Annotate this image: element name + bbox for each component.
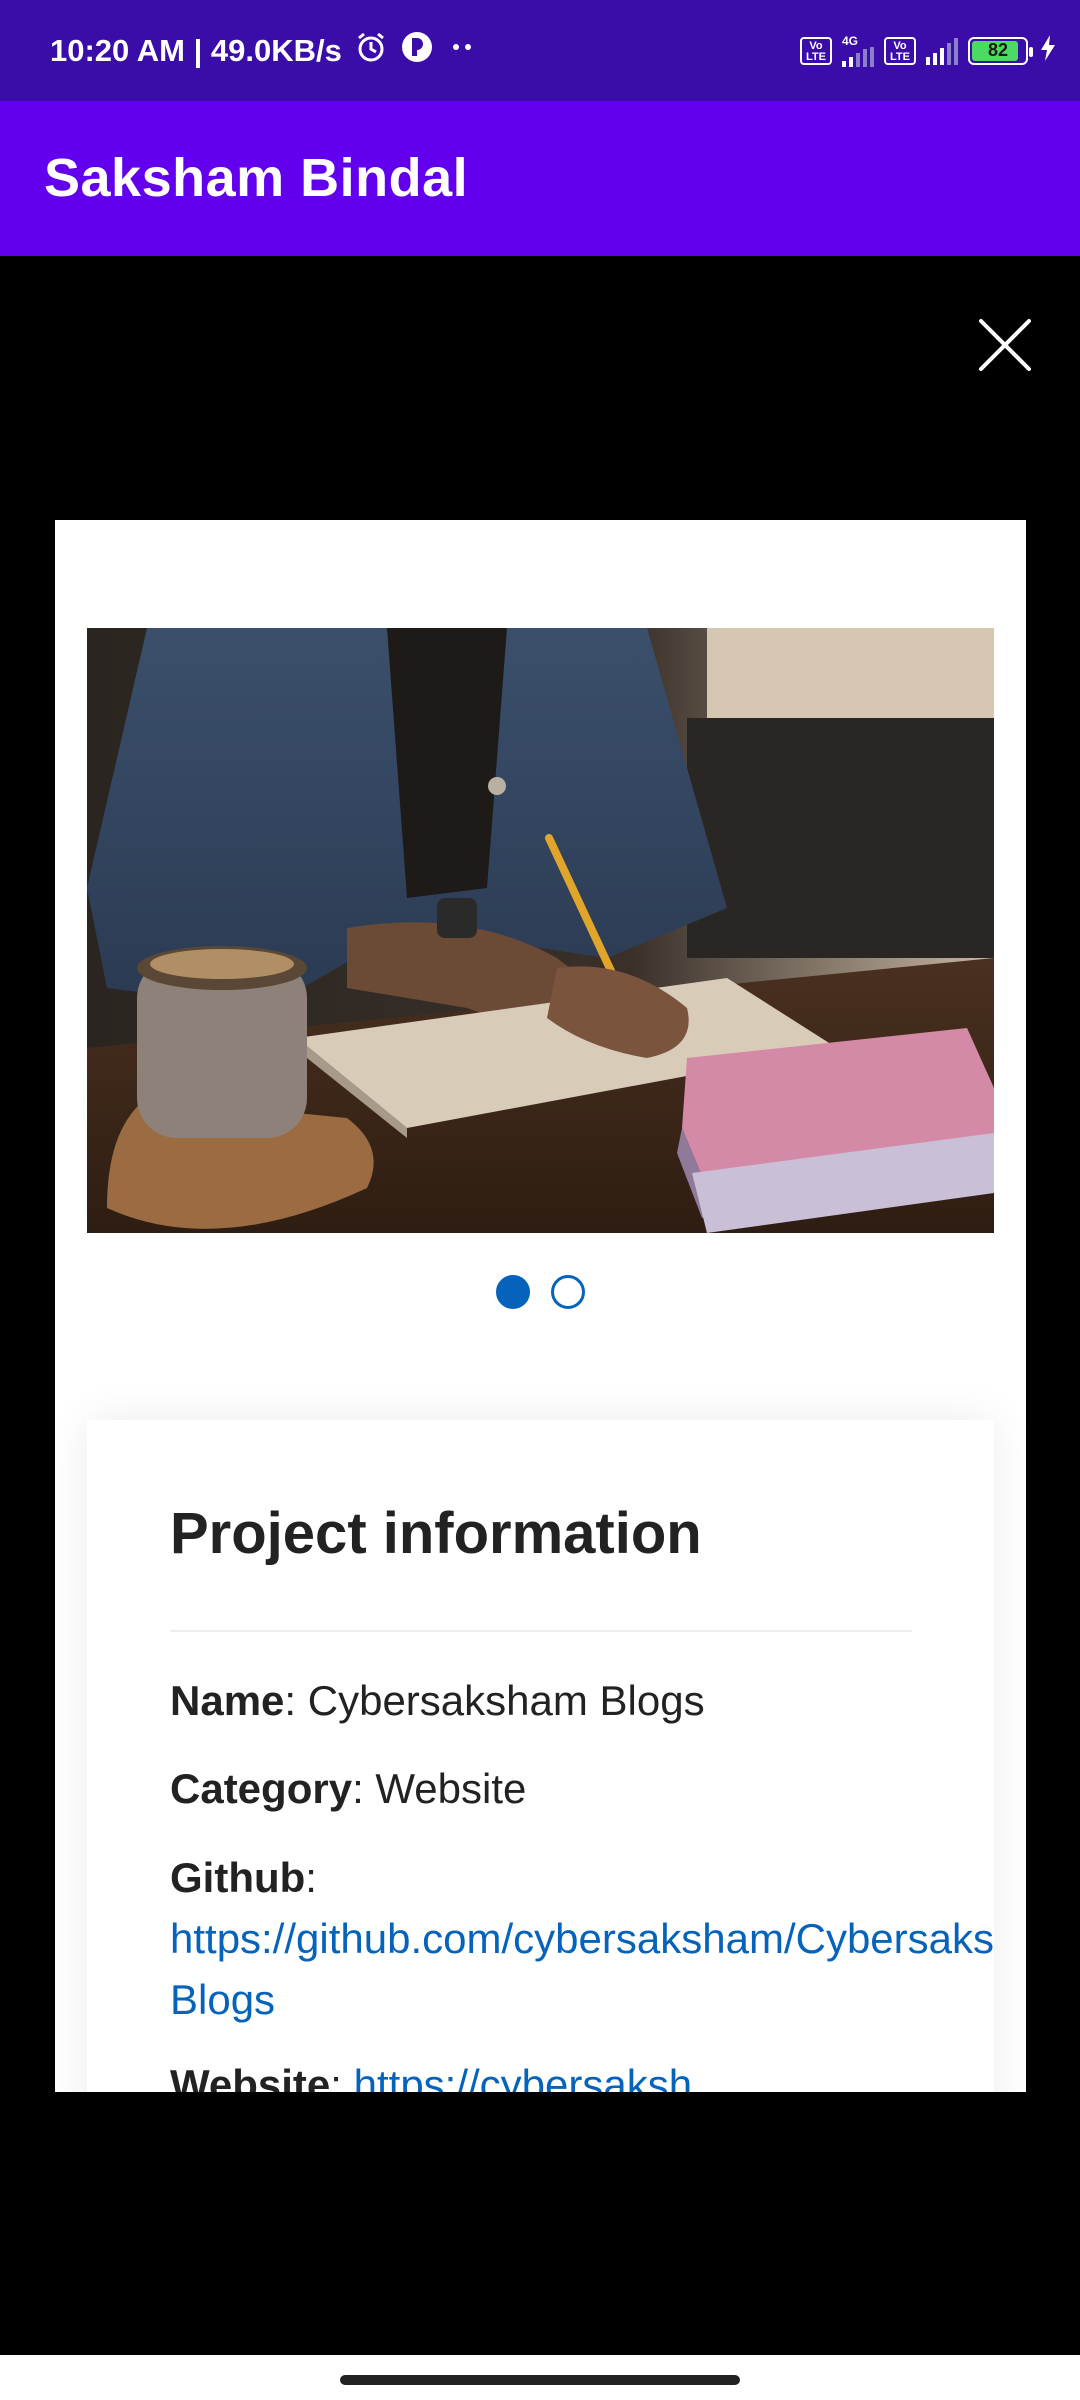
battery-level: 82 (987, 40, 1009, 60)
signal-4g-icon: 4G (842, 35, 874, 67)
app-title: Saksham Bindal (44, 148, 469, 208)
status-right: Vo LTE 4G Vo LTE 82 (800, 0, 1058, 101)
info-row-name: Name: Cybersaksham Blogs (170, 1670, 705, 1732)
github-link-line1[interactable]: https://github.com/cybersaksham/Cybersak… (170, 1908, 994, 1970)
info-row-category: Category: Website (170, 1758, 526, 1820)
status-bar: 10:20 AM | 49.0KB/s Vo LTE 4G Vo LTE 82 (0, 0, 1080, 101)
name-label: Name (170, 1677, 285, 1724)
close-icon (979, 319, 1031, 371)
info-row-github: Github: (170, 1847, 317, 1909)
category-value: Website (375, 1765, 527, 1812)
more-notifications-icon (446, 30, 480, 72)
github-label: Github (170, 1854, 306, 1901)
charging-icon (1038, 33, 1058, 68)
name-value: Cybersaksham Blogs (307, 1677, 705, 1724)
project-info-card: Project information Name: Cybersaksham B… (87, 1420, 994, 2092)
status-left: 10:20 AM | 49.0KB/s (50, 0, 480, 101)
network-type-label: 4G (842, 33, 859, 48)
info-row-website: Website: https://cybersaksh (170, 2054, 692, 2092)
alarm-icon (354, 30, 388, 72)
divider (170, 1630, 912, 1632)
category-label: Category (170, 1765, 353, 1812)
signal-bars-1 (842, 46, 874, 67)
volte-icon: Vo LTE (800, 36, 832, 65)
project-lightbox[interactable]: Project information Name: Cybersaksham B… (55, 520, 1026, 2092)
home-indicator[interactable] (340, 2375, 740, 2385)
website-link[interactable]: https://cybersaksh (354, 2061, 692, 2092)
project-image[interactable] (87, 628, 994, 1233)
website-colon: : (330, 2061, 354, 2092)
system-nav-bar (0, 2355, 1080, 2400)
github-colon: : (305, 1854, 317, 1901)
battery-icon: 82 (968, 36, 1033, 65)
close-button[interactable] (975, 315, 1035, 375)
app-bar: Saksham Bindal (0, 101, 1080, 256)
writing-desk-photo (87, 628, 994, 1233)
status-time-speed: 10:20 AM | 49.0KB/s (50, 32, 342, 68)
app-notification-icon (400, 30, 434, 72)
github-link-line2[interactable]: Blogs (170, 1969, 275, 2031)
name-colon: : (284, 1677, 308, 1724)
volte-icon-2: Vo LTE (884, 36, 916, 65)
category-colon: : (352, 1765, 376, 1812)
project-info-title: Project information (170, 1501, 702, 1566)
slide-dot-2[interactable] (551, 1275, 585, 1309)
slide-dot-1[interactable] (496, 1275, 530, 1309)
website-label: Website (170, 2061, 331, 2092)
signal-bars-2 (926, 37, 958, 65)
